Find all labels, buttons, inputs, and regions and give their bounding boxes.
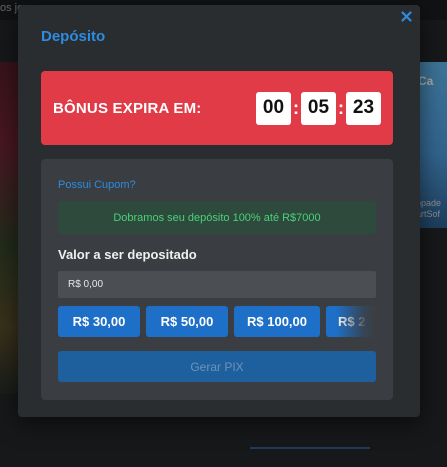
promo-banner: Dobramos seu depósito 100% até R$7000 [58, 201, 376, 234]
preset-amount-button[interactable]: R$ 100,00 [234, 306, 320, 337]
generate-pix-button[interactable]: Gerar PIX [58, 351, 376, 382]
preset-amount-button[interactable]: R$ 30,00 [58, 306, 140, 337]
close-button[interactable] [393, 5, 420, 27]
bonus-expiry-banner: BÔNUS EXPIRA EM: 00 : 05 : 23 [41, 71, 393, 145]
amount-label: Valor a ser depositado [58, 247, 197, 262]
close-icon [401, 10, 412, 22]
timer-separator: : [338, 97, 344, 118]
preset-amount-button[interactable]: R$ 50,00 [146, 306, 228, 337]
deposit-form-panel: Possui Cupom? Dobramos seu depósito 100%… [41, 159, 393, 400]
timer-hours: 00 [256, 91, 291, 125]
coupon-link[interactable]: Possui Cupom? [58, 179, 136, 191]
preset-amount-button[interactable]: R$ 2 [326, 306, 376, 337]
amount-input[interactable] [58, 271, 376, 298]
timer-minutes: 05 [301, 91, 336, 125]
timer-separator: : [293, 97, 299, 118]
bonus-expiry-label: BÔNUS EXPIRA EM: [53, 99, 202, 117]
modal-title: Depósito [41, 28, 106, 45]
countdown-timer: 00 : 05 : 23 [256, 91, 381, 125]
promo-text: Dobramos seu depósito 100% até R$7000 [113, 211, 321, 224]
timer-seconds: 23 [346, 91, 381, 125]
deposit-modal: Depósito BÔNUS EXPIRA EM: 00 : 05 : 23 P… [18, 5, 420, 417]
preset-amounts: R$ 30,00 R$ 50,00 R$ 100,00 R$ 2 [58, 306, 376, 337]
